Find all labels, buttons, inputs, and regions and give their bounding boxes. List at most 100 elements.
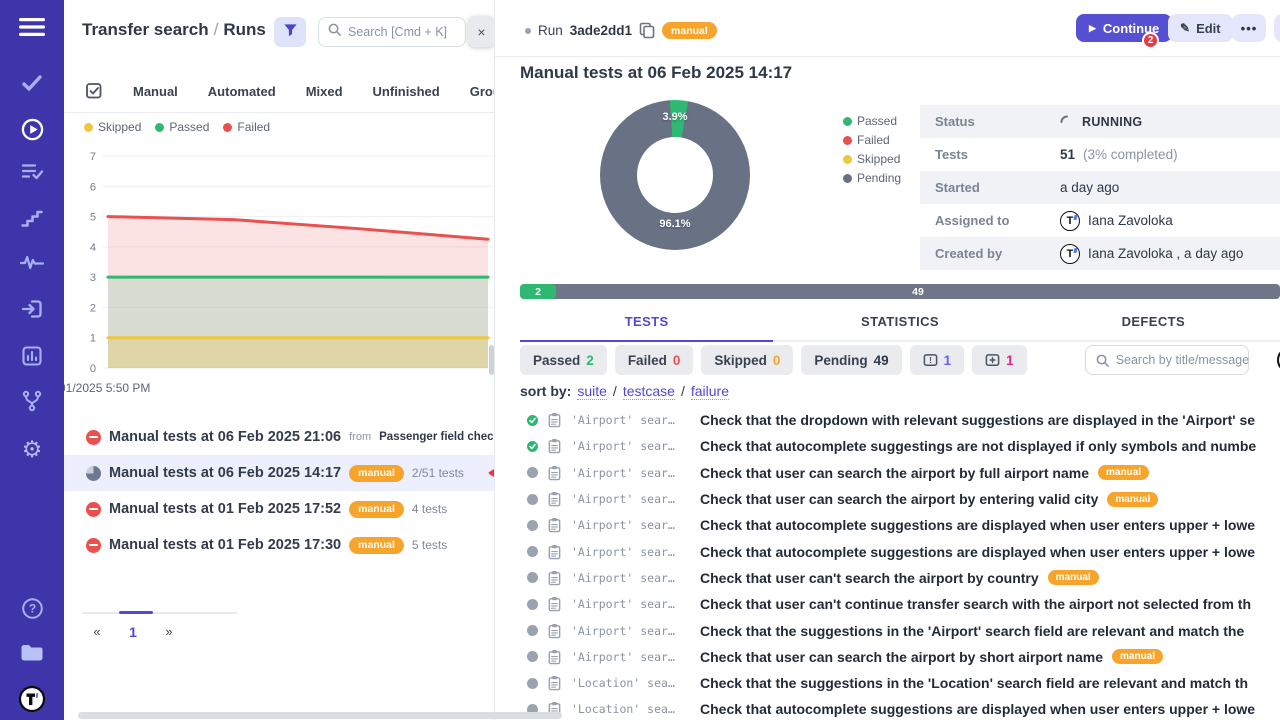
tab-tests[interactable]: TESTS xyxy=(520,306,773,342)
runs-play-icon[interactable] xyxy=(0,117,64,142)
tests-check-icon[interactable] xyxy=(0,74,64,92)
pagination-page-1[interactable]: 1 xyxy=(115,624,151,640)
clipboard-icon xyxy=(547,596,562,612)
legend-label: Failed xyxy=(237,120,270,134)
run-status-in-progress-icon xyxy=(86,466,101,481)
sort-link-failure[interactable]: failure xyxy=(691,383,729,400)
tests-search-input[interactable]: Search by title/message xyxy=(1085,345,1249,375)
test-row[interactable]: 'Airport' sear…Check that user can't sea… xyxy=(495,565,1280,591)
annotation-pointer: 1 xyxy=(486,465,495,481)
copy-icon[interactable] xyxy=(639,22,655,39)
test-row[interactable]: 'Airport' sear…Check that user can searc… xyxy=(495,460,1280,486)
filter-comment-add[interactable]: 1 xyxy=(972,345,1027,375)
more-actions-button[interactable]: ••• xyxy=(1232,14,1266,42)
run-row[interactable]: Manual tests at 01 Feb 2025 17:52manual4… xyxy=(64,491,495,527)
test-row[interactable]: 'Airport' sear…Check that autocomplete s… xyxy=(495,433,1280,459)
tab-unfinished[interactable]: Unfinished xyxy=(373,84,440,99)
test-row[interactable]: 'Airport' sear…Check that autocomplete s… xyxy=(495,512,1280,538)
edit-button[interactable]: ✎ Edit xyxy=(1168,14,1233,42)
import-icon[interactable] xyxy=(0,299,64,319)
sort-row: sort by: suite/testcase/failure xyxy=(520,383,729,400)
test-row[interactable]: 'Airport' sear…Check that the suggestion… xyxy=(495,617,1280,643)
tab-groups[interactable]: Groups xyxy=(470,84,495,99)
test-row[interactable]: 'Location' sea…Check that autocomplete s… xyxy=(495,696,1280,720)
tab-defects[interactable]: DEFECTS xyxy=(1027,306,1280,342)
legend-label: Failed xyxy=(857,133,890,147)
vertical-scrollbar[interactable] xyxy=(489,345,494,375)
sidebar: ⚙ ? xyxy=(0,0,64,720)
legend-item-pending: Pending xyxy=(843,171,901,185)
clipboard-icon xyxy=(547,544,562,560)
menu-icon[interactable] xyxy=(0,18,64,36)
tab-mixed[interactable]: Mixed xyxy=(306,84,343,99)
test-row[interactable]: 'Location' sea…Check that the suggestion… xyxy=(495,670,1280,696)
branches-icon[interactable] xyxy=(0,390,64,412)
tab-manual[interactable]: Manual xyxy=(133,84,178,99)
donut-legend: PassedFailedSkippedPending xyxy=(843,114,901,185)
clipped-button[interactable] xyxy=(1274,14,1280,42)
filter-skipped[interactable]: Skipped0 xyxy=(701,345,793,375)
run-row[interactable]: Manual tests at 01 Feb 2025 17:30manual5… xyxy=(64,527,495,563)
sort-link-suite[interactable]: suite xyxy=(577,383,607,400)
test-status-pending-icon xyxy=(527,494,538,505)
tests-completed-suffix: (3% completed) xyxy=(1083,147,1178,162)
help-icon[interactable]: ? xyxy=(0,597,64,620)
horizontal-scrollbar[interactable] xyxy=(78,712,562,719)
test-row[interactable]: 'Airport' sear…Check that user can searc… xyxy=(495,644,1280,670)
test-suite-name: 'Airport' sear… xyxy=(571,518,691,532)
test-row[interactable]: 'Airport' sear…Check that user can't con… xyxy=(495,591,1280,617)
test-row[interactable]: 'Airport' sear…Check that user can searc… xyxy=(495,486,1280,512)
test-row[interactable]: 'Airport' sear…Check that the dropdown w… xyxy=(495,407,1280,433)
tab-statistics[interactable]: STATISTICS xyxy=(773,306,1026,342)
test-row[interactable]: 'Airport' sear…Check that autocomplete s… xyxy=(495,538,1280,564)
breadcrumb-parent[interactable]: Transfer search xyxy=(82,20,209,39)
runs-panel: Transfer search/Runs Search [Cmd + K] × … xyxy=(64,0,495,720)
sort-link-testcase[interactable]: testcase xyxy=(623,383,675,400)
red-arrow-icon xyxy=(486,466,495,480)
pencil-icon: ✎ xyxy=(1180,21,1190,35)
sort-label: sort by: xyxy=(520,383,571,399)
reports-bar-chart-icon[interactable] xyxy=(0,345,64,367)
steps-icon[interactable] xyxy=(0,209,64,227)
run-row[interactable]: Manual tests at 06 Feb 2025 21:06fromPas… xyxy=(64,419,495,455)
detail-tabs: TESTSSTATISTICSDEFECTS xyxy=(520,306,1280,342)
legend-item-passed: Passed xyxy=(843,114,901,128)
run-status-failed-icon xyxy=(86,430,101,445)
filter-count: 0 xyxy=(673,353,681,368)
pagination-next[interactable]: » xyxy=(151,624,187,640)
svg-text:6: 6 xyxy=(90,181,96,193)
filter-pending[interactable]: Pending49 xyxy=(801,345,901,375)
run-from-label: from xyxy=(349,431,371,443)
tab-automated[interactable]: Automated xyxy=(208,84,276,99)
chart-legend: SkippedPassedFailed xyxy=(84,120,270,134)
test-plans-list-icon[interactable] xyxy=(0,162,64,181)
legend-label: Passed xyxy=(857,114,897,128)
test-status-pending-icon xyxy=(527,572,538,583)
filter-passed[interactable]: Passed2 xyxy=(520,345,607,375)
testomat-logo[interactable] xyxy=(0,685,64,713)
breadcrumb-separator: / xyxy=(209,20,224,39)
filter-label: Failed xyxy=(628,353,667,368)
pagination-prev[interactable]: « xyxy=(79,624,115,640)
run-row[interactable]: Manual tests at 06 Feb 2025 14:17manual2… xyxy=(64,455,495,491)
donut-pending-label: 96.1% xyxy=(600,218,750,230)
test-type-badge: manual xyxy=(1048,570,1099,585)
select-all-icon[interactable] xyxy=(85,82,103,100)
test-title: Check that the suggestions in the 'Locat… xyxy=(700,675,1248,691)
svg-text:7: 7 xyxy=(90,151,96,163)
close-panel-button[interactable]: × xyxy=(468,16,495,47)
filter-comment-alert[interactable]: !1 xyxy=(910,345,965,375)
test-title: Check that autocomplete suggestions are … xyxy=(700,701,1255,717)
filter-button[interactable] xyxy=(274,17,306,47)
filter-label: Pending xyxy=(814,353,867,368)
chart-x-axis-label: 01/2025 5:50 PM xyxy=(64,381,150,395)
settings-gear-icon[interactable]: ⚙ xyxy=(0,436,64,463)
run-title: Manual tests at 01 Feb 2025 17:30 xyxy=(109,537,341,553)
test-status-pending-icon xyxy=(527,599,538,610)
run-status-bullet xyxy=(525,28,531,34)
projects-folder-icon[interactable] xyxy=(0,643,64,662)
analytics-pulse-icon[interactable] xyxy=(0,254,64,270)
runs-search-input[interactable]: Search [Cmd + K] xyxy=(318,17,466,47)
filter-failed[interactable]: Failed 0 xyxy=(615,345,694,375)
run-title: Manual tests at 01 Feb 2025 17:52 xyxy=(109,501,341,517)
